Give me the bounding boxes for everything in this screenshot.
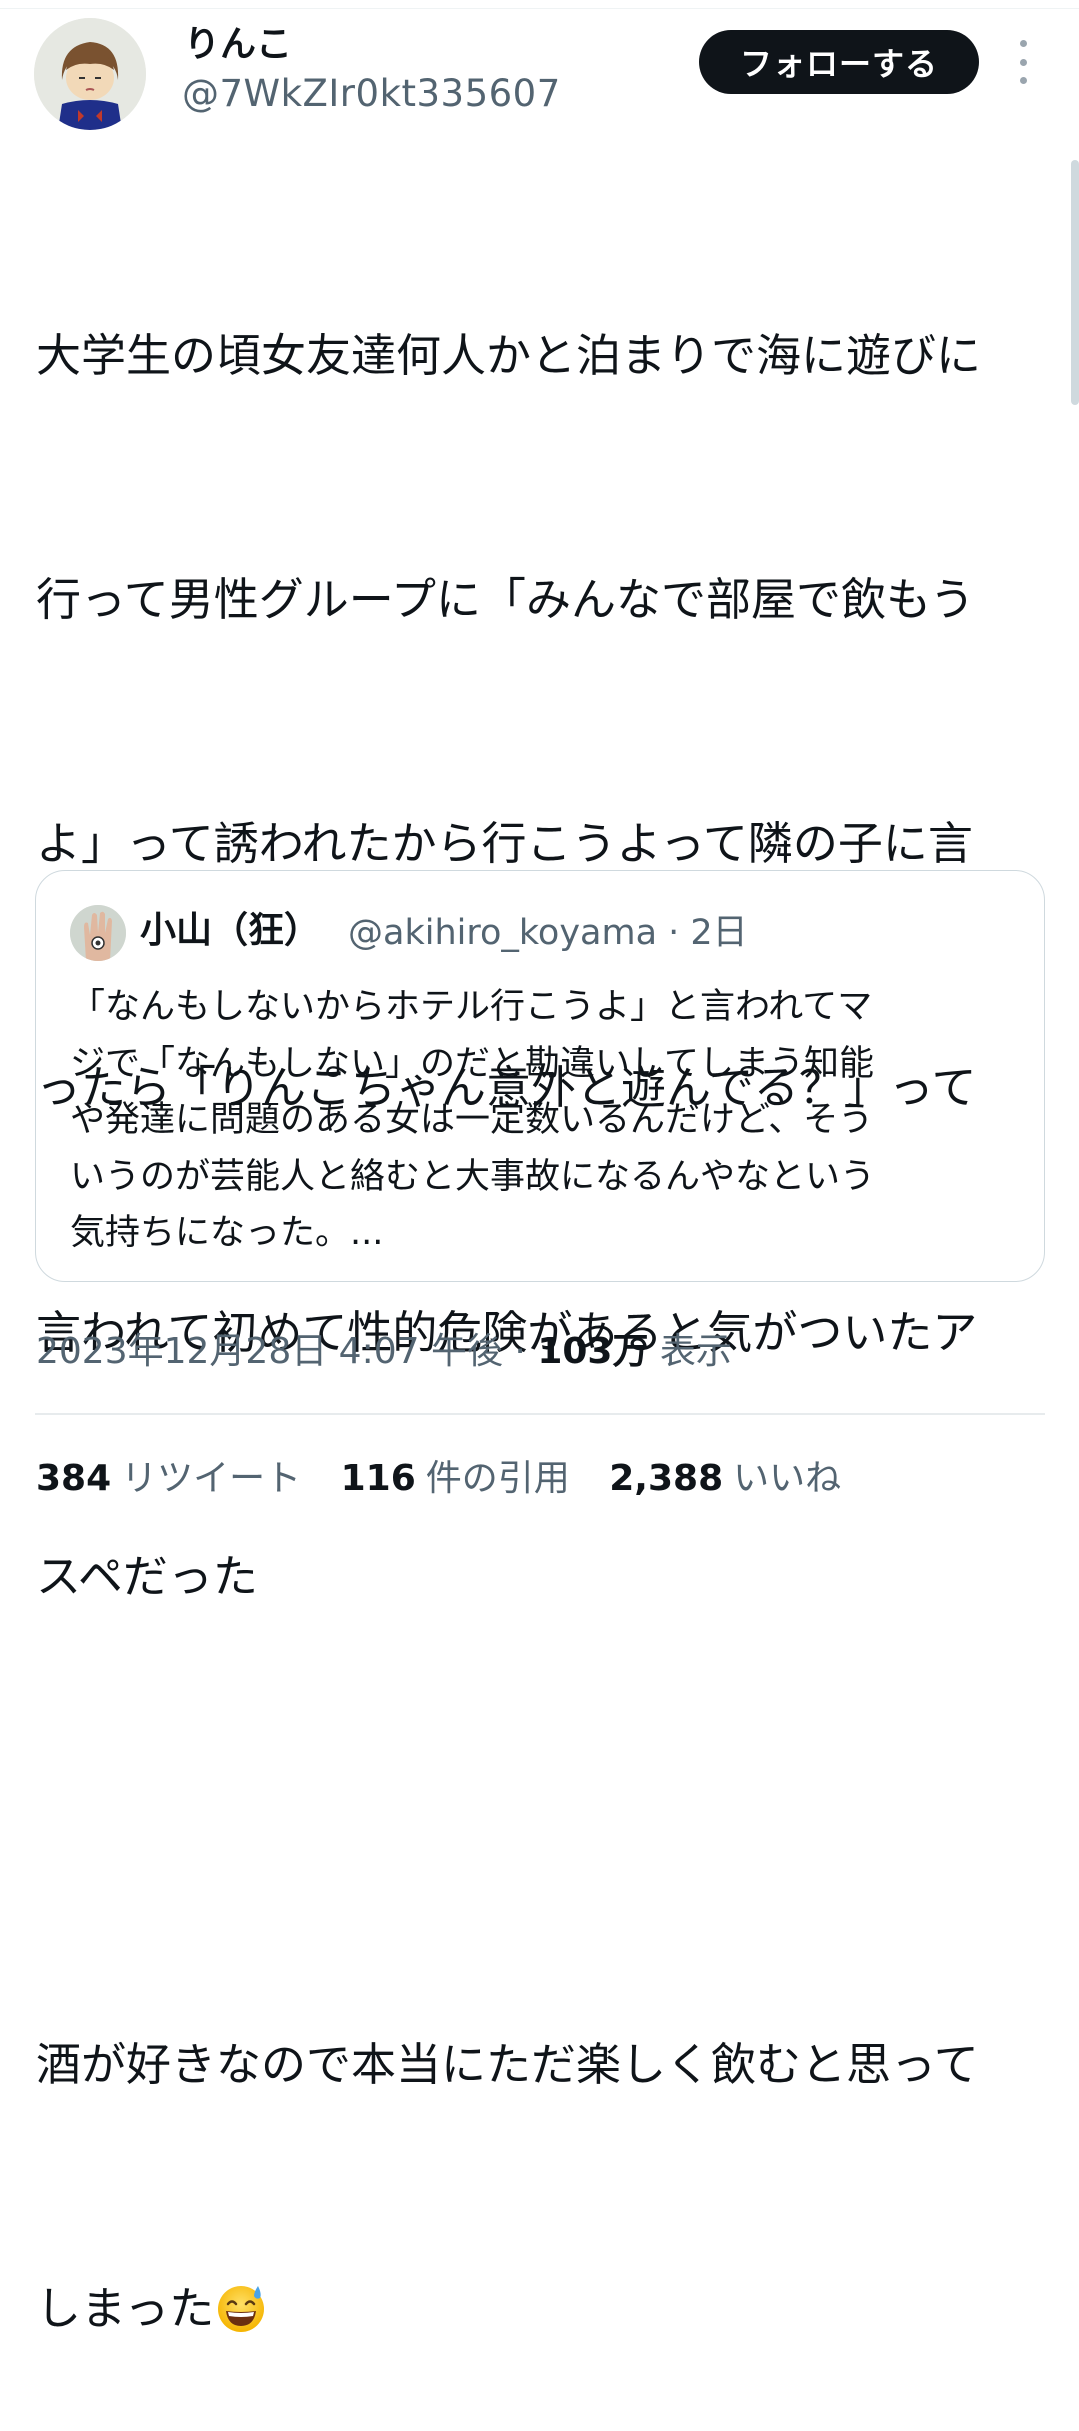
meta-separator: ·: [502, 1331, 538, 1372]
quoted-text: 「なんもしないからホテル行こうよ」と言われてマ ジで「なんもしない」のだと勘違い…: [70, 979, 1020, 1262]
tweet-line: [36, 1780, 1051, 1861]
tweet-line: 酒が好きなので本当にただ楽しく飲むと思って: [36, 2038, 979, 2092]
tweet-line: 行って男性グループに「みんなで部屋で飲もう: [36, 573, 975, 627]
quoted-line: 「なんもしないからホテル行こうよ」と言われてマ: [70, 987, 873, 1027]
tweet-line: しまった: [36, 2282, 215, 2336]
dot-icon: [1019, 40, 1027, 47]
quotes-stat[interactable]: 116 件の引用: [341, 1455, 570, 1503]
engagement-stats: 384 リツイート 116 件の引用 2,388 いいね: [36, 1455, 869, 1503]
retweets-label: リツイート: [121, 1458, 302, 1499]
quoted-line: 気持ちになった。...: [70, 1213, 384, 1253]
views-count: 103万: [537, 1331, 649, 1372]
likes-stat[interactable]: 2,388 いいね: [609, 1455, 841, 1503]
follow-button[interactable]: フォローする: [699, 30, 979, 94]
tweet-meta: 2023年12月28日 4:07 午後 · 103万 表示: [36, 1328, 732, 1376]
tweet-text: 大学生の頃女友達何人かと泊まりで海に遊びに 行って男性グループに「みんなで部屋で…: [36, 152, 1051, 2431]
author-avatar[interactable]: [34, 18, 146, 130]
likes-label: いいね: [733, 1458, 842, 1499]
quoted-line: ジで「なんもしない」のだと勘違いしてしまう知能: [70, 1043, 874, 1084]
views-label: 表示: [659, 1331, 732, 1372]
tweet-line: スペだった: [36, 1549, 258, 1603]
dot-icon: [1019, 77, 1027, 84]
quotes-count: 116: [340, 1458, 416, 1499]
stats-divider: [35, 1413, 1045, 1415]
grinning-sweat-emoji-icon: [214, 2278, 268, 2333]
retweets-stat[interactable]: 384 リツイート: [36, 1455, 301, 1503]
more-options-icon[interactable]: [1012, 40, 1034, 84]
dot-icon: [1019, 58, 1027, 66]
quoted-author-name: 小山（狂）: [140, 910, 321, 951]
quoted-line: や発達に問題のある女は一定数いるんだけど、そう: [70, 1100, 874, 1140]
quoted-author-avatar: [70, 905, 126, 961]
timestamp-link[interactable]: 2023年12月28日 4:07 午後: [36, 1331, 503, 1372]
top-divider: [0, 8, 1079, 9]
tweet-header: りんこ @7WkZIr0kt335607 フォローする: [34, 18, 1044, 133]
scrollbar[interactable]: [1071, 160, 1079, 405]
tweet-line-last: しまった: [36, 2268, 1051, 2349]
quotes-label: 件の引用: [425, 1458, 570, 1499]
retweets-count: 384: [36, 1458, 112, 1499]
quoted-handle-time: @akihiro_koyama · 2日: [348, 913, 748, 953]
quoted-line: いうのが芸能人と絡むと大事故になるんやなという: [70, 1156, 876, 1197]
likes-count: 2,388: [609, 1458, 724, 1499]
author-name[interactable]: りんこ: [184, 24, 292, 66]
author-handle[interactable]: @7WkZIr0kt335607: [182, 72, 561, 116]
tweet-line: 大学生の頃女友達何人かと泊まりで海に遊びに: [36, 328, 982, 382]
quoted-tweet-card[interactable]: 小山（狂） @akihiro_koyama · 2日 「なんもしないからホテル行…: [35, 870, 1045, 1282]
